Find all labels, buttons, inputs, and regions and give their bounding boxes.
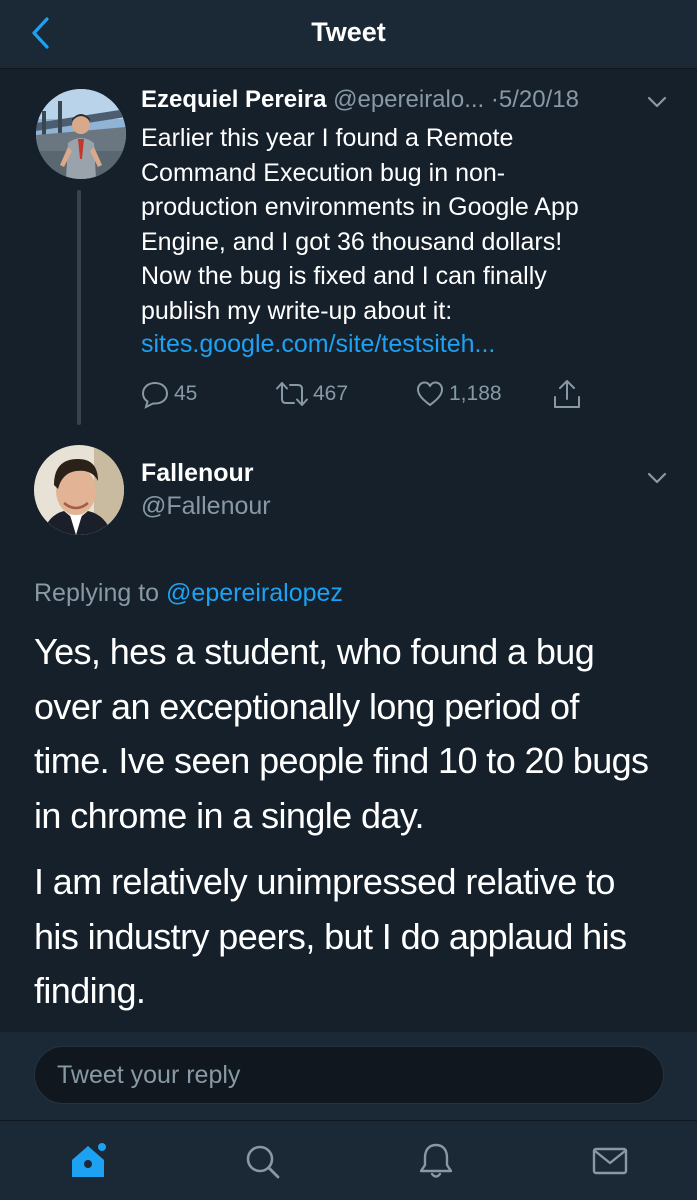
tweet-detail-screen: Tweet Ezequiel Pereira @epereiralo... ·5…	[0, 0, 697, 1200]
reply-button[interactable]: 45	[140, 377, 197, 411]
tweet-paragraph: I am relatively unimpressed relative to …	[34, 855, 674, 1019]
text-line: publish my write-up about it:	[141, 296, 453, 325]
chevron-down-icon	[647, 472, 667, 484]
author-handle[interactable]: @epereiralo...	[333, 86, 484, 113]
quoted-tweet-text: Earlier this year I found a Remote Comma…	[141, 121, 686, 329]
text-line: Now the bug is fixed and I can finally	[141, 262, 547, 291]
text-line: Yes, hes a student, who found a bug	[34, 631, 595, 672]
heart-icon	[417, 381, 443, 406]
text-line: production environments in Google App	[141, 193, 579, 222]
text-line: Command Execution bug in non-	[141, 158, 506, 187]
reply-count: 45	[174, 382, 198, 405]
retweet-icon	[276, 382, 308, 406]
mail-icon	[592, 1147, 628, 1175]
tweet-text: Yes, hes a student, who found a bug over…	[34, 625, 674, 1019]
author-name[interactable]: Fallenour	[141, 459, 254, 488]
reply-icon	[141, 381, 169, 409]
retweet-count: 467	[313, 382, 349, 405]
like-count: 1,188	[449, 382, 502, 405]
reply-composer-bar: Tweet your reply	[0, 1032, 697, 1120]
avatar[interactable]	[36, 89, 126, 179]
tab-notifications[interactable]	[414, 1139, 458, 1183]
author-handle[interactable]: @Fallenour	[141, 492, 271, 521]
text-line: finding.	[34, 970, 146, 1011]
tweet-paragraph: Yes, hes a student, who found a bug over…	[34, 625, 674, 843]
author-name[interactable]: Ezequiel Pereira	[141, 86, 326, 113]
text-line: in chrome in a single day.	[34, 794, 425, 836]
tweet-menu-button[interactable]	[646, 470, 668, 486]
text-line: I am relatively unimpressed relative to	[34, 861, 615, 902]
separator-dot: ·	[490, 86, 499, 113]
replying-to: Replying to @epereiralopez	[34, 579, 343, 608]
home-icon	[72, 1143, 106, 1177]
tweet-menu-button[interactable]	[646, 94, 668, 110]
reply-input[interactable]: Tweet your reply	[34, 1046, 664, 1104]
text-line: time. Ive seen people find 10 to 20 bugs	[34, 740, 649, 781]
bell-icon	[419, 1143, 453, 1178]
share-button[interactable]	[552, 377, 582, 411]
text-line: over an exceptionally long period of	[34, 685, 579, 727]
top-nav-bar: Tweet	[0, 0, 697, 69]
replying-to-link[interactable]: @epereiralopez	[166, 579, 343, 607]
quoted-tweet-header: Ezequiel Pereira @epereiralo... ·5/20/18	[141, 86, 681, 120]
search-icon	[246, 1145, 280, 1179]
tab-home[interactable]	[66, 1139, 110, 1183]
avatar[interactable]	[34, 445, 124, 535]
chevron-down-icon	[647, 96, 667, 108]
text-line: Engine, and I got 36 thousand dollars!	[141, 227, 563, 256]
page-title: Tweet	[311, 17, 386, 47]
bottom-tab-bar	[0, 1120, 697, 1200]
tab-search[interactable]	[240, 1139, 284, 1183]
tweet-actions: 45 467 1,188	[0, 377, 697, 411]
avatar-photo	[36, 89, 126, 179]
replying-label: Replying to	[34, 579, 160, 607]
tab-messages[interactable]	[588, 1139, 632, 1183]
like-button[interactable]: 1,188	[415, 377, 502, 411]
avatar-photo	[34, 445, 124, 535]
tweet-link[interactable]: sites.google.com/site/testsiteh...	[141, 330, 495, 359]
retweet-button[interactable]: 467	[275, 377, 348, 411]
tweet-date[interactable]: 5/20/18	[499, 86, 579, 113]
text-line: his industry peers, but I do applaud his	[34, 915, 627, 957]
share-icon	[554, 380, 580, 408]
text-line: Earlier this year I found a Remote	[141, 124, 514, 152]
